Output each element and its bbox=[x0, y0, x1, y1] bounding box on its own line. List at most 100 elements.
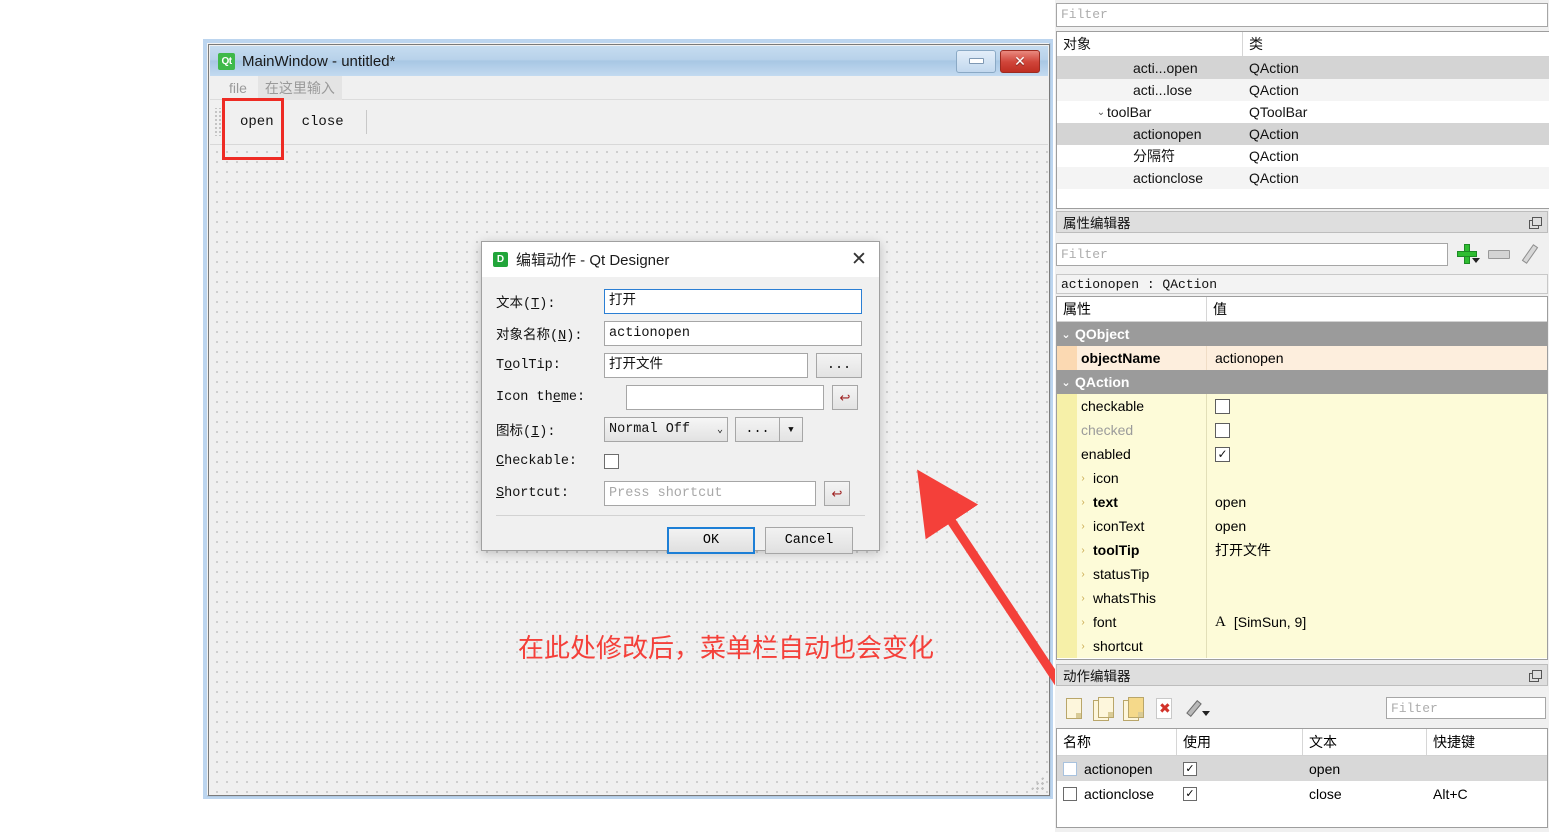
icon-theme-input[interactable] bbox=[626, 385, 824, 410]
property-row[interactable]: enabled ✓ bbox=[1057, 442, 1547, 466]
property-value-cell[interactable]: actionopen bbox=[1207, 346, 1547, 370]
form-menubar[interactable]: file 在这里输入 bbox=[210, 75, 1048, 100]
object-inspector-tree[interactable]: 对象 类 acti...open QAction acti...lose QActio… bbox=[1056, 31, 1549, 209]
property-value-cell[interactable] bbox=[1207, 466, 1547, 490]
chevron-right-icon[interactable]: › bbox=[1077, 569, 1089, 580]
configure-action-button[interactable] bbox=[1182, 696, 1210, 720]
property-group-row[interactable]: ⌄ QObject bbox=[1057, 322, 1547, 346]
property-value-cell[interactable]: ✓ bbox=[1207, 442, 1547, 466]
property-row[interactable]: › text open bbox=[1057, 490, 1547, 514]
cancel-button[interactable]: Cancel bbox=[765, 527, 853, 554]
icon-label: 图标(I): bbox=[496, 425, 556, 440]
action-row[interactable]: actionclose ✓ close Alt+C bbox=[1057, 781, 1547, 806]
property-name-label: statusTip bbox=[1093, 566, 1150, 582]
object-inspector-row[interactable]: acti...open QAction bbox=[1057, 57, 1549, 79]
add-property-button[interactable] bbox=[1456, 243, 1480, 265]
object-inspector-row[interactable]: acti...lose QAction bbox=[1057, 79, 1549, 101]
chevron-down-icon[interactable]: ⌄ bbox=[1057, 376, 1075, 389]
chevron-right-icon[interactable]: › bbox=[1077, 641, 1089, 652]
dialog-close-button[interactable]: ✕ bbox=[839, 242, 879, 277]
property-checkbox[interactable]: ✓ bbox=[1215, 446, 1230, 462]
property-row[interactable]: › whatsThis bbox=[1057, 586, 1547, 610]
property-filter-input[interactable]: Filter bbox=[1056, 242, 1448, 266]
form-titlebar[interactable]: Qt MainWindow - untitled* ✕ bbox=[210, 46, 1048, 77]
property-row[interactable]: objectName actionopen bbox=[1057, 346, 1547, 370]
property-group-row[interactable]: ⌄ QAction bbox=[1057, 370, 1547, 394]
chevron-down-icon[interactable]: ⌄ bbox=[1057, 328, 1075, 341]
property-value-cell[interactable] bbox=[1207, 418, 1547, 442]
float-dock-icon[interactable] bbox=[1529, 216, 1542, 229]
property-row[interactable]: › icon bbox=[1057, 466, 1547, 490]
action-filter-input[interactable]: Filter bbox=[1386, 697, 1546, 719]
action-select-checkbox[interactable] bbox=[1063, 786, 1077, 801]
chevron-down-icon[interactable]: ⌄ bbox=[1095, 107, 1107, 118]
close-button[interactable]: ✕ bbox=[1000, 49, 1040, 73]
dialog-titlebar[interactable]: D 编辑动作 - Qt Designer ✕ bbox=[482, 242, 879, 277]
resize-grip-icon[interactable] bbox=[1030, 776, 1044, 790]
chevron-right-icon[interactable]: › bbox=[1077, 545, 1089, 556]
property-value-cell[interactable]: A [SimSun, 9] bbox=[1207, 610, 1547, 634]
property-value-cell[interactable] bbox=[1207, 562, 1547, 586]
object-inspector-row[interactable]: actionopen QAction bbox=[1057, 123, 1549, 145]
ok-button[interactable]: OK bbox=[667, 527, 755, 554]
toolbar-action-close[interactable]: close bbox=[288, 108, 358, 136]
action-used-checkbox[interactable]: ✓ bbox=[1183, 786, 1197, 801]
property-checkbox[interactable] bbox=[1215, 398, 1230, 414]
menubar-add-placeholder[interactable]: 在这里输入 bbox=[257, 75, 342, 100]
property-value-cell[interactable]: open bbox=[1207, 490, 1547, 514]
tooltip-input[interactable]: 打开文件 bbox=[604, 353, 808, 378]
property-color-swatch bbox=[1057, 394, 1077, 418]
copy-action-icon[interactable] bbox=[1092, 696, 1116, 721]
property-editor-table[interactable]: 属性 值 ⌄ QObject objectName actionopen ⌄ QActio… bbox=[1056, 296, 1548, 660]
property-value-cell[interactable]: open bbox=[1207, 514, 1547, 538]
property-row[interactable]: › iconText open bbox=[1057, 514, 1547, 538]
property-value-cell[interactable] bbox=[1207, 634, 1547, 658]
undo-arrow-icon: ↩ bbox=[831, 485, 843, 501]
icon-browse-button[interactable]: ... bbox=[735, 417, 779, 442]
edit-action-dialog[interactable]: D 编辑动作 - Qt Designer ✕ 文本(T): 打开 对象名称(N)… bbox=[481, 241, 880, 554]
icon-state-combo[interactable]: Normal Off ⌄ bbox=[604, 417, 728, 442]
new-action-icon[interactable] bbox=[1062, 696, 1086, 720]
minimize-button[interactable] bbox=[956, 49, 996, 73]
property-row[interactable]: › font A [SimSun, 9] bbox=[1057, 610, 1547, 634]
property-row[interactable]: checked bbox=[1057, 418, 1547, 442]
icon-dropdown-button[interactable]: ▼ bbox=[779, 417, 803, 442]
action-used-checkbox[interactable]: ✓ bbox=[1183, 761, 1197, 776]
action-row[interactable]: actionopen ✓ open bbox=[1057, 756, 1547, 781]
icon-theme-reset-button[interactable]: ↩ bbox=[832, 385, 858, 410]
float-dock-icon[interactable] bbox=[1529, 669, 1542, 682]
shortcut-reset-button[interactable]: ↩ bbox=[824, 481, 850, 506]
chevron-right-icon[interactable]: › bbox=[1077, 593, 1089, 604]
chevron-right-icon[interactable]: › bbox=[1077, 617, 1089, 628]
object-inspector-row[interactable]: ⌄ toolBar QToolBar bbox=[1057, 101, 1549, 123]
checkable-checkbox[interactable] bbox=[604, 454, 619, 469]
object-inspector-filter-input[interactable]: Filter bbox=[1056, 3, 1548, 27]
object-name-label: 对象名称(N): bbox=[496, 329, 583, 344]
property-value-cell[interactable] bbox=[1207, 394, 1547, 418]
property-value-cell[interactable]: 打开文件 bbox=[1207, 538, 1547, 562]
property-row[interactable]: checkable bbox=[1057, 394, 1547, 418]
property-row[interactable]: › statusTip bbox=[1057, 562, 1547, 586]
property-checkbox[interactable] bbox=[1215, 422, 1230, 438]
remove-property-button[interactable] bbox=[1488, 249, 1510, 259]
chevron-right-icon[interactable]: › bbox=[1077, 521, 1089, 532]
action-select-checkbox[interactable] bbox=[1063, 761, 1077, 776]
tooltip-browse-button[interactable]: ... bbox=[816, 353, 862, 378]
configure-property-button[interactable] bbox=[1518, 244, 1538, 264]
text-input[interactable]: 打开 bbox=[604, 289, 862, 314]
shortcut-input[interactable]: Press shortcut bbox=[604, 481, 816, 506]
property-value-cell[interactable] bbox=[1207, 586, 1547, 610]
chevron-right-icon[interactable]: › bbox=[1077, 497, 1089, 508]
action-editor-table[interactable]: 名称 使用 文本 快捷键 actionopen ✓ open actionclose ✓… bbox=[1056, 728, 1548, 828]
action-used-cell: ✓ bbox=[1177, 781, 1303, 806]
property-row[interactable]: › toolTip 打开文件 bbox=[1057, 538, 1547, 562]
delete-action-icon[interactable]: ✖ bbox=[1152, 696, 1176, 720]
menubar-item-file[interactable]: file bbox=[222, 78, 254, 98]
object-inspector-row[interactable]: 分隔符 QAction bbox=[1057, 145, 1549, 167]
property-row[interactable]: › shortcut bbox=[1057, 634, 1547, 658]
object-name-input[interactable]: actionopen bbox=[604, 321, 862, 346]
form-toolbar[interactable]: open close bbox=[210, 100, 1048, 145]
object-inspector-row[interactable]: actionclose QAction bbox=[1057, 167, 1549, 189]
chevron-right-icon[interactable]: › bbox=[1077, 473, 1089, 484]
paste-action-icon[interactable] bbox=[1122, 696, 1146, 721]
